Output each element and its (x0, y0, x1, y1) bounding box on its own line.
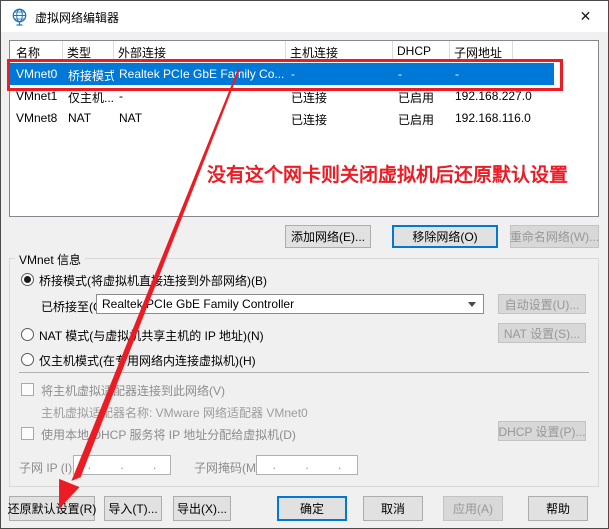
col-dhcp[interactable]: DHCP (397, 44, 431, 58)
bridged-adapter-value: Realtek PCIe GbE Family Controller (97, 297, 468, 311)
bridged-mode-radio[interactable] (21, 273, 34, 286)
nat-mode-radio[interactable] (21, 328, 34, 341)
connect-host-adapter-label: 将主机虚拟适配器连接到此网络(V) (41, 382, 225, 399)
virtual-network-editor-dialog: 虚拟网络编辑器 ✕ 名称 类型 外部连接 主机连接 DHCP 子网地址 VMne… (0, 0, 609, 529)
nat-settings-button: NAT 设置(S)... (498, 323, 586, 343)
rename-network-button: 重命名网络(W)... (510, 225, 599, 248)
close-icon[interactable]: ✕ (563, 1, 608, 32)
cancel-button[interactable]: 取消 (363, 496, 423, 521)
subnet-ip-field: . . . (73, 455, 171, 475)
vmnet-info-label: VMnet 信息 (15, 251, 85, 268)
help-button[interactable]: 帮助 (528, 496, 588, 521)
add-network-button[interactable]: 添加网络(E)... (285, 225, 371, 248)
bridged-adapter-select[interactable]: Realtek PCIe GbE Family Controller (96, 294, 484, 314)
restore-defaults-button[interactable]: 还原默认设置(R) (9, 496, 95, 521)
host-only-mode-radio[interactable] (21, 353, 34, 366)
host-adapter-name: 主机虚拟适配器名称: VMware 网络适配器 VMnet0 (41, 404, 308, 421)
table-row-vmnet8[interactable]: VMnet8 NAT NAT 已连接 已启用 192.168.116.0 (10, 107, 598, 129)
host-only-mode-label: 仅主机模式(在专用网络内连接虚拟机)(H) (39, 352, 256, 369)
apply-button: 应用(A) (443, 496, 503, 521)
annotation-highlight-rect (7, 59, 563, 91)
chevron-down-icon (468, 302, 476, 311)
subnet-mask-field: . . . (256, 455, 358, 475)
subnet-ip-label: 子网 IP (I): (19, 459, 75, 476)
export-button[interactable]: 导出(X)... (173, 496, 231, 521)
local-dhcp-label: 使用本地 DHCP 服务将 IP 地址分配给虚拟机(D) (41, 426, 296, 443)
window-title: 虚拟网络编辑器 (35, 9, 119, 26)
annotation-text: 没有这个网卡则关闭虚拟机后还原默认设置 (207, 160, 568, 187)
import-button[interactable]: 导入(T)... (104, 496, 162, 521)
nat-mode-label: NAT 模式(与虚拟机共享主机的 IP 地址)(N) (39, 327, 264, 344)
section-divider (19, 372, 589, 373)
auto-settings-button: 自动设置(U)... (498, 294, 586, 314)
remove-network-button[interactable]: 移除网络(O) (392, 225, 498, 248)
bridged-mode-label: 桥接模式(将虚拟机直接连接到外部网络)(B) (39, 272, 267, 289)
title-bar: 虚拟网络编辑器 ✕ (1, 1, 608, 32)
globe-icon (11, 8, 28, 26)
dhcp-settings-button: DHCP 设置(P)... (498, 421, 586, 441)
ok-button[interactable]: 确定 (277, 496, 347, 521)
subnet-mask-label: 子网掩码(M): (194, 459, 263, 476)
local-dhcp-checkbox (21, 427, 34, 440)
connect-host-adapter-checkbox (21, 383, 34, 396)
